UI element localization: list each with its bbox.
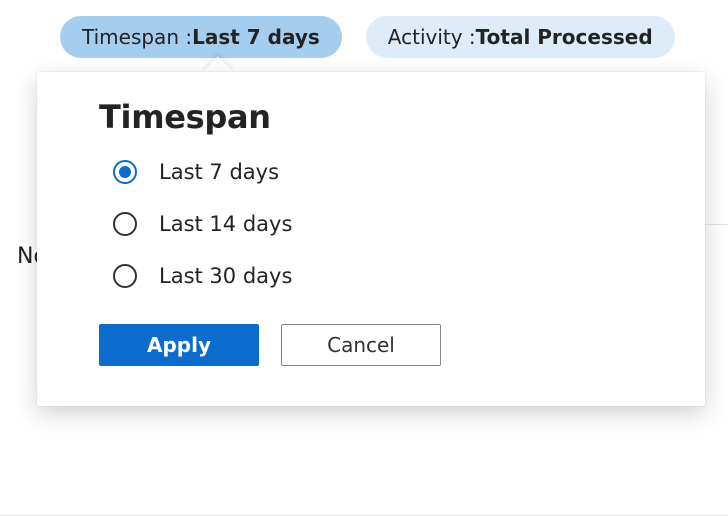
popover-title: Timespan xyxy=(99,98,665,136)
cancel-button[interactable]: Cancel xyxy=(281,324,441,366)
timespan-option-label: Last 30 days xyxy=(159,264,292,288)
radio-unselected-icon xyxy=(111,210,139,238)
popover-actions: Apply Cancel xyxy=(99,324,665,366)
timespan-option[interactable]: Last 30 days xyxy=(111,262,665,290)
apply-button[interactable]: Apply xyxy=(99,324,259,366)
timespan-pill[interactable]: Timespan : Last 7 days xyxy=(60,16,342,58)
radio-selected-icon xyxy=(111,158,139,186)
activity-pill[interactable]: Activity : Total Processed xyxy=(366,16,675,58)
activity-pill-label: Activity : xyxy=(388,25,476,49)
timespan-options: Last 7 days Last 14 days Last 30 days xyxy=(99,158,665,290)
timespan-popover: Timespan Last 7 days Last 14 days Last 30 … xyxy=(37,72,705,406)
timespan-option[interactable]: Last 7 days xyxy=(111,158,665,186)
timespan-option[interactable]: Last 14 days xyxy=(111,210,665,238)
filter-pill-row: Timespan : Last 7 days Activity : Total … xyxy=(60,16,675,58)
radio-unselected-icon xyxy=(111,262,139,290)
timespan-option-label: Last 14 days xyxy=(159,212,292,236)
activity-pill-value: Total Processed xyxy=(476,25,653,49)
timespan-pill-label: Timespan : xyxy=(82,25,192,49)
timespan-pill-value: Last 7 days xyxy=(192,25,320,49)
timespan-option-label: Last 7 days xyxy=(159,160,279,184)
